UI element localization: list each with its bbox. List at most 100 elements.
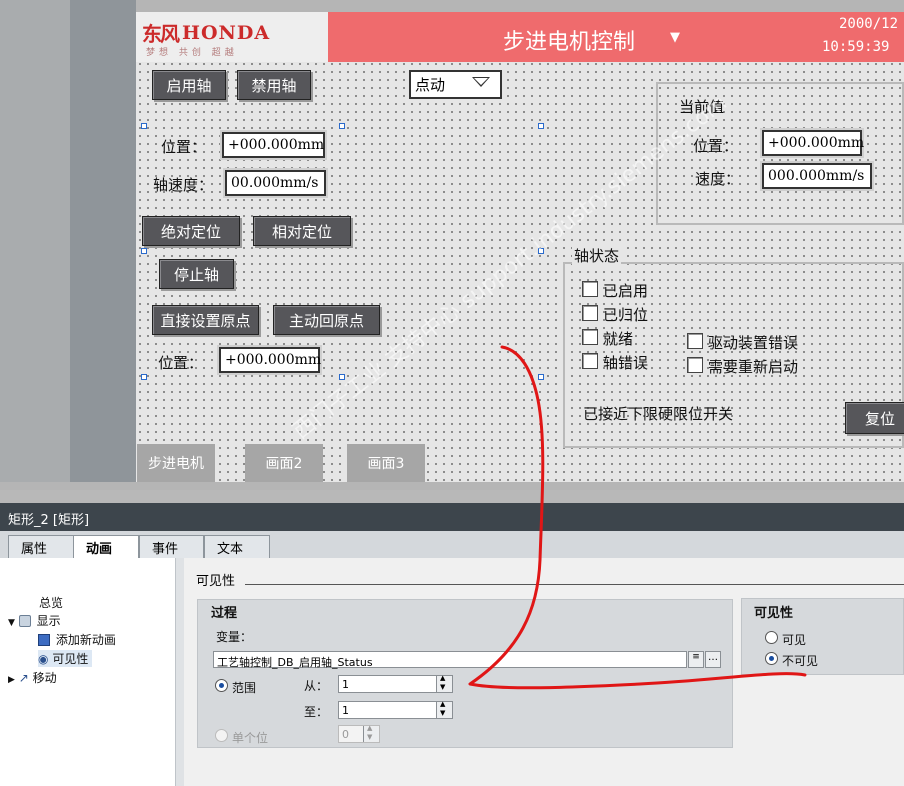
absolute-position-button[interactable]: 绝对定位 xyxy=(142,216,240,246)
invisible-radio[interactable] xyxy=(765,652,778,665)
to-label: 至： xyxy=(304,705,329,719)
editor-side-gutter xyxy=(0,0,70,482)
logo-mark: 东风 xyxy=(142,22,180,46)
tree-item-add-animation-label: 添加新动画 xyxy=(55,633,116,647)
origin-position-input[interactable]: +000.000mm xyxy=(219,347,321,373)
tree-item-move[interactable]: ▶ ↗ 移动 xyxy=(8,669,57,686)
section-divider xyxy=(245,584,904,585)
invisible-label: 不可见 xyxy=(782,654,819,668)
nav-screen-3[interactable]: 画面3 xyxy=(347,444,425,482)
to-spin-arrows-icon[interactable] xyxy=(436,700,452,718)
range-radio[interactable] xyxy=(215,679,228,692)
home-axis-button[interactable]: 主动回原点 xyxy=(273,305,380,335)
from-value: 1 xyxy=(342,678,349,691)
screen-title-bar[interactable]: 步进电机控制 ▼ 2000/12 10:59:39 xyxy=(328,12,904,62)
axis-error-checkbox[interactable] xyxy=(582,353,598,369)
drive-error-checkbox[interactable] xyxy=(687,333,703,349)
reset-button[interactable]: 复位 xyxy=(845,402,904,434)
tree-item-visibility-label: 可见性 xyxy=(52,652,89,666)
dropdown-arrow-icon xyxy=(472,77,490,87)
process-panel xyxy=(197,599,733,748)
nav-screen-2[interactable]: 画面2 xyxy=(245,444,323,482)
homed-checkbox[interactable] xyxy=(582,305,598,321)
logo-brand: HONDA xyxy=(182,22,271,44)
title-dropdown-icon[interactable]: ▼ xyxy=(670,30,680,45)
animation-tree: 总览 ▼ 显示 添加新动画 ◉ 可见性 ▶ ↗ 移动 xyxy=(0,558,176,786)
mode-dropdown-value: 点动 xyxy=(415,76,446,94)
stop-axis-button[interactable]: 停止轴 xyxy=(159,259,234,289)
nav-stepper-motor[interactable]: 步进电机 xyxy=(137,444,215,482)
tab-events[interactable]: 事件 xyxy=(139,535,204,558)
restart-required-label: 需要重新启动 xyxy=(708,358,799,376)
tree-item-move-label: 移动 xyxy=(32,671,57,685)
display-folder-icon xyxy=(18,615,31,627)
enabled-status-label: 已启用 xyxy=(603,282,649,300)
current-speed-output: 000.000mm/s xyxy=(762,163,872,189)
from-label: 从： xyxy=(304,679,329,693)
variable-label: 变量： xyxy=(216,630,253,644)
mode-dropdown[interactable]: 点动 xyxy=(409,70,502,99)
date-display: 2000/12 xyxy=(839,16,899,32)
disable-axis-button[interactable]: 禁用轴 xyxy=(237,70,311,100)
variable-field[interactable]: 工艺轴控制_DB_启用轴_Status xyxy=(213,651,687,669)
current-position-label: 位置： xyxy=(693,137,739,155)
ready-checkbox[interactable] xyxy=(582,329,598,345)
axis-error-status-label: 轴错误 xyxy=(603,354,649,372)
logo-tagline: 梦想 共创 超越 xyxy=(146,48,238,58)
tree-item-visibility[interactable]: ◉ 可见性 xyxy=(38,650,93,667)
axis-speed-label: 轴速度： xyxy=(153,176,214,194)
single-bit-label: 单个位 xyxy=(232,731,269,745)
to-stepper[interactable]: 1 xyxy=(338,700,453,719)
selection-handle[interactable] xyxy=(538,123,544,129)
set-origin-button[interactable]: 直接设置原点 xyxy=(152,305,259,335)
tab-properties[interactable]: 属性 xyxy=(8,535,75,558)
inspector-title: 矩形_2 [矩形] xyxy=(0,503,904,531)
expand-right-icon[interactable]: ▶ xyxy=(8,675,15,685)
tree-splitter[interactable] xyxy=(176,558,184,786)
axis-speed-input[interactable]: 00.000mm/s xyxy=(225,170,326,196)
tree-item-overview[interactable]: 总览 xyxy=(39,594,63,611)
selection-handle[interactable] xyxy=(339,123,345,129)
visible-radio[interactable] xyxy=(765,631,778,644)
enable-axis-button[interactable]: 启用轴 xyxy=(152,70,226,100)
single-bit-spin-arrows-icon[interactable] xyxy=(363,724,379,742)
restart-required-checkbox[interactable] xyxy=(687,357,703,373)
selection-handle[interactable] xyxy=(141,374,147,380)
tree-item-display-label: 显示 xyxy=(36,614,61,628)
lower-limit-label: 已接近下限硬限位开关 xyxy=(583,405,734,423)
relative-position-button[interactable]: 相对定位 xyxy=(253,216,351,246)
selection-handle[interactable] xyxy=(538,374,544,380)
from-spin-arrows-icon[interactable] xyxy=(436,674,452,692)
inspector-tabs: 属性 动画 事件 文本 xyxy=(0,531,904,559)
enabled-checkbox[interactable] xyxy=(582,281,598,297)
single-bit-radio[interactable] xyxy=(215,729,228,742)
from-stepper[interactable]: 1 xyxy=(338,674,453,693)
to-value: 1 xyxy=(342,704,349,717)
selection-handle[interactable] xyxy=(141,123,147,129)
current-position-output: +000.000mm xyxy=(762,130,864,156)
drive-error-label: 驱动装置错误 xyxy=(708,334,799,352)
position-label: 位置： xyxy=(161,138,207,156)
position-input[interactable]: +000.000mm xyxy=(222,132,325,158)
add-animation-icon xyxy=(38,634,50,646)
selection-handle[interactable] xyxy=(141,248,147,254)
single-bit-value: 0 xyxy=(342,728,349,741)
move-arrow-icon: ↗ xyxy=(18,671,29,685)
visibility-title: 可见性 xyxy=(754,606,794,621)
range-label: 范围 xyxy=(232,681,257,695)
axis-status-title: 轴状态 xyxy=(572,245,622,266)
screen-title: 步进电机控制 xyxy=(503,30,636,55)
tree-item-add-animation[interactable]: 添加新动画 xyxy=(38,631,116,648)
tag-list-icon[interactable]: ≡ xyxy=(688,651,704,668)
tree-item-display[interactable]: ▼ 显示 xyxy=(8,612,61,629)
tab-animations[interactable]: 动画 xyxy=(73,535,139,559)
editor-side-ruler xyxy=(70,0,136,482)
process-title: 过程 xyxy=(211,606,238,621)
visible-label: 可见 xyxy=(782,633,807,647)
eye-icon: ◉ xyxy=(38,652,49,666)
single-bit-stepper[interactable]: 0 xyxy=(338,724,380,743)
origin-position-label: 位置： xyxy=(158,354,204,372)
tab-texts[interactable]: 文本 xyxy=(204,535,270,558)
browse-button[interactable]: … xyxy=(705,651,721,668)
expand-down-icon[interactable]: ▼ xyxy=(8,618,15,628)
